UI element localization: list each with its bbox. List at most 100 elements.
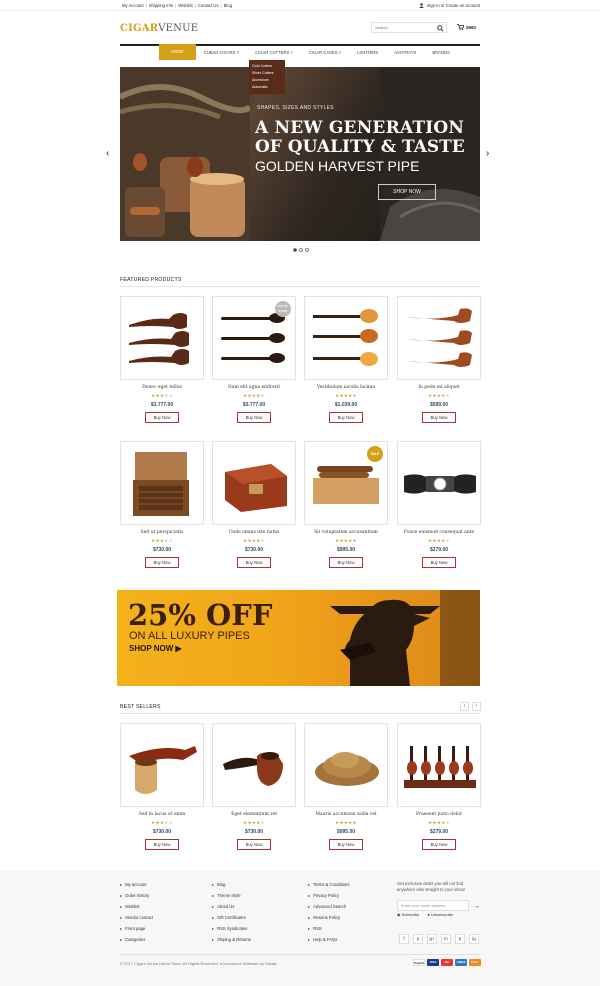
product-image[interactable] [120,441,204,525]
buy-now-button[interactable]: Buy Now [422,412,456,423]
product-image[interactable] [397,296,481,380]
instagram-icon[interactable]: ig [469,934,479,944]
product-name[interactable]: Donec eget tellus [120,385,204,390]
product-name[interactable]: Unde omnis iste natus [212,530,296,535]
footer-link[interactable]: ▸ RSS Syndicates [212,923,251,934]
footer-link[interactable]: ▸ Categories [120,934,153,945]
unsubscribe-radio[interactable]: ● Unsubscribe [427,912,453,917]
product-image[interactable]: SALE [304,441,388,525]
product-image[interactable] [304,723,388,807]
hero-subtitle: SHAPES, SIZES AND STYLES [257,105,334,111]
product-image[interactable] [120,723,204,807]
dropdown-item-aluminium[interactable]: Aluminium [252,77,282,84]
footer-link[interactable]: ▸ Blog [212,879,251,890]
product-name[interactable]: Vestibulum iaculis lacinia [304,385,388,390]
product-rating: ★★★★★ [151,538,173,543]
footer-link[interactable]: ▸ Privacy Policy [308,890,349,901]
footer-link[interactable]: ▸ Terms & Conditions [308,879,349,890]
product-image[interactable]: OUT OF STOCK [212,296,296,380]
footer-link[interactable]: ▸ Shiping & Returns [212,934,251,945]
footer-link[interactable]: ▸ Theme Style [212,890,251,901]
link-shipping-info[interactable]: Shipping Info [149,3,173,8]
product-name[interactable]: Sed ut perspiciatis [120,530,204,535]
nav-cuban-cigars[interactable]: CUBAN CIGARS ˅ [196,46,248,60]
product-image[interactable] [212,723,296,807]
slider-dot[interactable] [293,248,297,252]
site-logo[interactable]: CIGARVENUE [120,23,198,34]
twitter-icon[interactable]: y [413,934,423,944]
newsletter-submit-arrow-icon[interactable]: → [473,903,480,910]
slider-dot[interactable] [305,248,309,252]
product-name[interactable]: Sed in lacus ut enim [120,812,204,817]
nav-cigar-cutters[interactable]: CIGAR CUTTERS ˅ [247,46,301,60]
footer-link[interactable]: ▸ RSS [308,923,349,934]
product-card: Mauris accumsan nulla vel ★★★★★ $995.00 … [304,723,388,850]
footer-link[interactable]: ▸ Gift Certificates [212,912,251,923]
nav-cigar-cases[interactable]: CIGAR CASES ˅ [301,46,349,60]
buy-now-button[interactable]: Buy Now [237,557,271,568]
buy-now-button[interactable]: Buy Now [237,412,271,423]
nav-brands[interactable]: BRANDS [424,46,457,60]
pinterest-icon[interactable]: p [455,934,465,944]
dropdown-item-gold[interactable]: Gold Cutters [252,63,282,70]
product-name[interactable]: Fusce euismod consequat ante [397,530,481,535]
product-image[interactable] [212,441,296,525]
footer-link[interactable]: ▸ Wishlist [120,901,153,912]
buy-now-button[interactable]: Buy Now [145,839,179,850]
buy-now-button[interactable]: Buy Now [145,557,179,568]
buy-now-button[interactable]: Buy Now [145,412,179,423]
product-name[interactable]: In pede mi aliquet [397,385,481,390]
link-my-account[interactable]: My Account [122,3,144,8]
product-image[interactable] [397,723,481,807]
facebook-icon[interactable]: f [399,934,409,944]
footer-link[interactable]: ▸ Returns Policy [308,912,349,923]
footer-link[interactable]: ▸ Front page [120,923,153,934]
google-plus-icon[interactable]: g+ [427,934,437,944]
product-name[interactable]: Sit voluptatem accusantium [304,530,388,535]
buy-now-button[interactable]: Buy Now [329,412,363,423]
promo-banner[interactable]: 25% OFF ON ALL LUXURY PIPES SHOP NOW ▶ [117,590,480,686]
dropdown-item-silver[interactable]: Silver Cutters [252,70,282,77]
footer-link[interactable]: ▸ Help & FAQs [308,934,349,945]
product-name[interactable]: Mauris accumsan nulla vel [304,812,388,817]
next-arrow-icon[interactable]: › [472,702,481,711]
sign-in-link[interactable]: Sign In or Create an account [427,3,480,8]
footer-link[interactable]: ▸ Order history [120,890,153,901]
promo-shop-now[interactable]: SHOP NOW ▶ [129,644,182,653]
product-image[interactable] [304,296,388,380]
linkedin-icon[interactable]: in [441,934,451,944]
hero-headline-1: A NEW GENERATION [255,118,465,138]
link-wishlist[interactable]: Wishlist [178,3,192,8]
cart-button[interactable]: $980 [457,24,476,30]
buy-now-button[interactable]: Buy Now [329,557,363,568]
nav-lighters[interactable]: LIGHTERS [349,46,386,60]
buy-now-button[interactable]: Buy Now [329,839,363,850]
nav-home[interactable]: HOME [159,44,196,60]
buy-now-button[interactable]: Buy Now [422,839,456,850]
footer-link[interactable]: ▸ About Us [212,901,251,912]
product-image[interactable] [120,296,204,380]
slider-dot[interactable] [299,248,303,252]
buy-now-button[interactable]: Buy Now [422,557,456,568]
footer-link[interactable]: ▸ My account [120,879,153,890]
product-image[interactable] [397,441,481,525]
cart-icon [457,24,464,30]
footer-link[interactable]: ▸ Vendor contact [120,912,153,923]
link-contact-us[interactable]: Contact Us [198,3,219,8]
search-input[interactable] [372,23,432,32]
product-name[interactable]: Eget elementum vel [212,812,296,817]
search-icon[interactable] [437,24,444,32]
nav-ashtrays[interactable]: ASHTRAYS [386,46,424,60]
footer-link[interactable]: ▸ Advanced Search [308,901,349,912]
product-name[interactable]: Nam elit agna endrerit [212,385,296,390]
hero-prev-arrow-icon[interactable]: ‹ [106,148,109,159]
hero-next-arrow-icon[interactable]: › [486,148,489,159]
subscribe-radio[interactable]: ◉ Subscribe [397,912,419,917]
product-name[interactable]: Praesent justo dolor [397,812,481,817]
buy-now-button[interactable]: Buy Now [237,839,271,850]
link-blog[interactable]: Blog [224,3,232,8]
dropdown-item-automatic[interactable]: Automatic [252,84,282,91]
prev-arrow-icon[interactable]: ‹ [460,702,469,711]
newsletter-email-input[interactable]: Enter your email address [397,900,469,911]
hero-shop-now-button[interactable]: SHOP NOW [378,184,436,200]
